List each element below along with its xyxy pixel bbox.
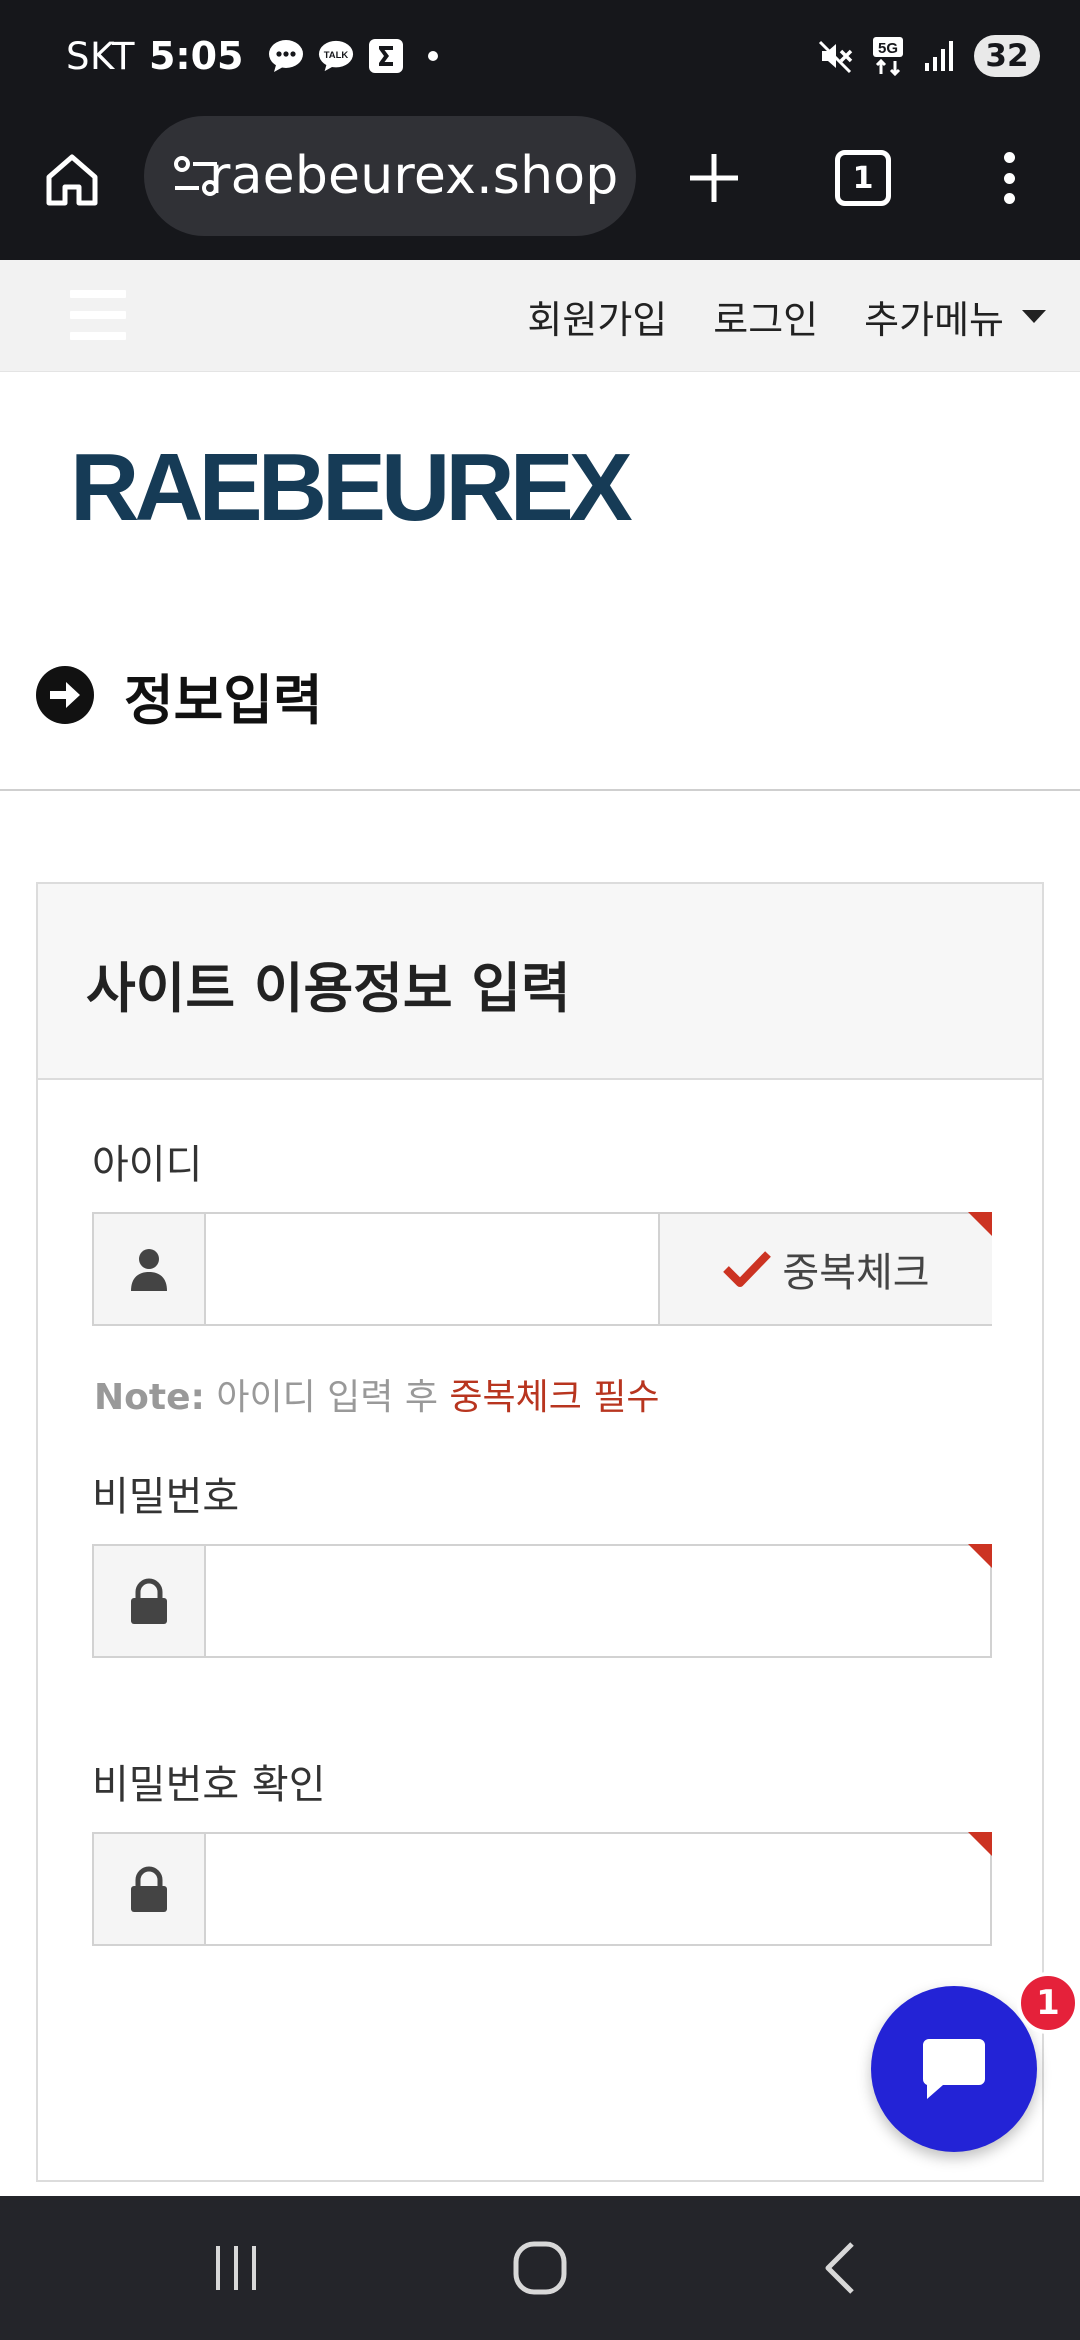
recent-apps-button[interactable] — [200, 2232, 272, 2304]
section-heading: 정보입력 — [36, 660, 323, 732]
more-notifications-dot — [427, 51, 438, 61]
chat-bubble-icon — [922, 2039, 985, 2099]
id-input-group: 중복체크 — [92, 1212, 992, 1326]
address-bar[interactable]: raebeurex.shop — [144, 116, 636, 236]
login-link[interactable]: 로그인 — [713, 289, 818, 344]
chat-button[interactable] — [871, 1986, 1037, 2152]
duplicate-check-button[interactable]: 중복체크 — [658, 1214, 992, 1324]
id-input[interactable] — [206, 1214, 658, 1324]
hamburger-menu-icon[interactable] — [70, 290, 126, 340]
panel-title: 사이트 이용정보 입력 — [86, 957, 571, 1020]
svg-text:TALK: TALK — [323, 50, 348, 61]
panel-header: 사이트 이용정보 입력 — [38, 884, 1042, 1080]
kakaotalk-icon: TALK — [318, 38, 354, 74]
site-top-nav: 회원가입 로그인 추가메뉴 — [0, 260, 1080, 372]
menu-dot — [1003, 172, 1015, 184]
message-notification-icon — [268, 38, 304, 74]
tab-switcher-button[interactable]: 1 — [835, 150, 891, 206]
clock: 5:05 — [148, 34, 244, 78]
plus-icon — [690, 154, 738, 202]
sigma-app-icon — [368, 38, 404, 74]
signal-icon — [922, 38, 958, 74]
section-divider — [0, 789, 1080, 791]
id-label: 아이디 — [92, 1142, 203, 1188]
section-title: 정보입력 — [124, 668, 323, 732]
required-indicator — [968, 1832, 992, 1856]
new-tab-button[interactable] — [682, 146, 746, 210]
lock-icon — [94, 1546, 206, 1656]
id-note: Note: 아이디 입력 후 중복체크 필수 — [94, 1368, 660, 1420]
browser-menu-button[interactable] — [984, 146, 1034, 210]
svg-text:5G: 5G — [878, 40, 898, 57]
status-bar: SKT 5:05 TALK 5G 32 — [0, 0, 1080, 112]
checkmark-icon — [723, 1251, 772, 1287]
menu-dot — [1003, 193, 1015, 204]
signup-link[interactable]: 회원가입 — [527, 289, 667, 344]
password-confirm-label: 비밀번호 확인 — [92, 1762, 326, 1808]
status-bar-left: SKT 5:05 TALK — [66, 28, 438, 84]
chat-unread-badge: 1 — [1017, 1972, 1079, 2034]
lock-icon — [94, 1834, 206, 1944]
more-menu-label: 추가메뉴 — [864, 297, 1004, 342]
caret-down-icon — [1022, 309, 1046, 323]
home-circle-icon — [513, 2241, 567, 2295]
note-text: 아이디 입력 후 — [204, 1377, 450, 1418]
panel-section-divider — [38, 2180, 1042, 2182]
password-confirm-input-group — [92, 1832, 992, 1946]
menu-dot — [1003, 152, 1015, 163]
password-input[interactable] — [206, 1546, 990, 1656]
battery-level: 32 — [974, 35, 1040, 77]
more-menu-dropdown[interactable]: 추가메뉴 — [864, 289, 1046, 344]
back-chevron-icon — [825, 2242, 854, 2294]
home-icon — [46, 154, 98, 206]
duplicate-check-label: 중복체크 — [782, 1250, 930, 1296]
carrier-label: SKT — [66, 34, 135, 78]
home-button[interactable] — [38, 146, 106, 214]
required-indicator — [968, 1544, 992, 1568]
password-input-group — [92, 1544, 992, 1658]
5g-icon: 5G — [870, 37, 906, 76]
user-icon — [94, 1214, 206, 1324]
password-label: 비밀번호 — [92, 1474, 240, 1520]
back-button[interactable] — [806, 2232, 878, 2304]
recent-apps-icon — [216, 2246, 256, 2290]
url-text: raebeurex.shop — [209, 146, 619, 206]
password-confirm-input[interactable] — [206, 1834, 990, 1944]
required-indicator — [968, 1212, 992, 1236]
mute-icon — [818, 38, 854, 74]
note-emphasis: 중복체크 필수 — [449, 1377, 660, 1418]
site-logo[interactable]: RAEBEUREX — [70, 440, 633, 536]
note-prefix: Note: — [94, 1377, 205, 1418]
signup-form-panel: 사이트 이용정보 입력 아이디 중복체크 Note: 아이디 입력 후 중복체크… — [36, 882, 1044, 2182]
home-nav-button[interactable] — [504, 2232, 576, 2304]
browser-toolbar: raebeurex.shop 1 — [0, 112, 1080, 260]
system-navigation-bar — [0, 2196, 1080, 2340]
nav-links: 회원가입 로그인 추가메뉴 — [527, 260, 1046, 372]
arrow-right-circle-icon — [36, 666, 94, 724]
status-bar-right: 5G 32 — [818, 28, 1040, 84]
